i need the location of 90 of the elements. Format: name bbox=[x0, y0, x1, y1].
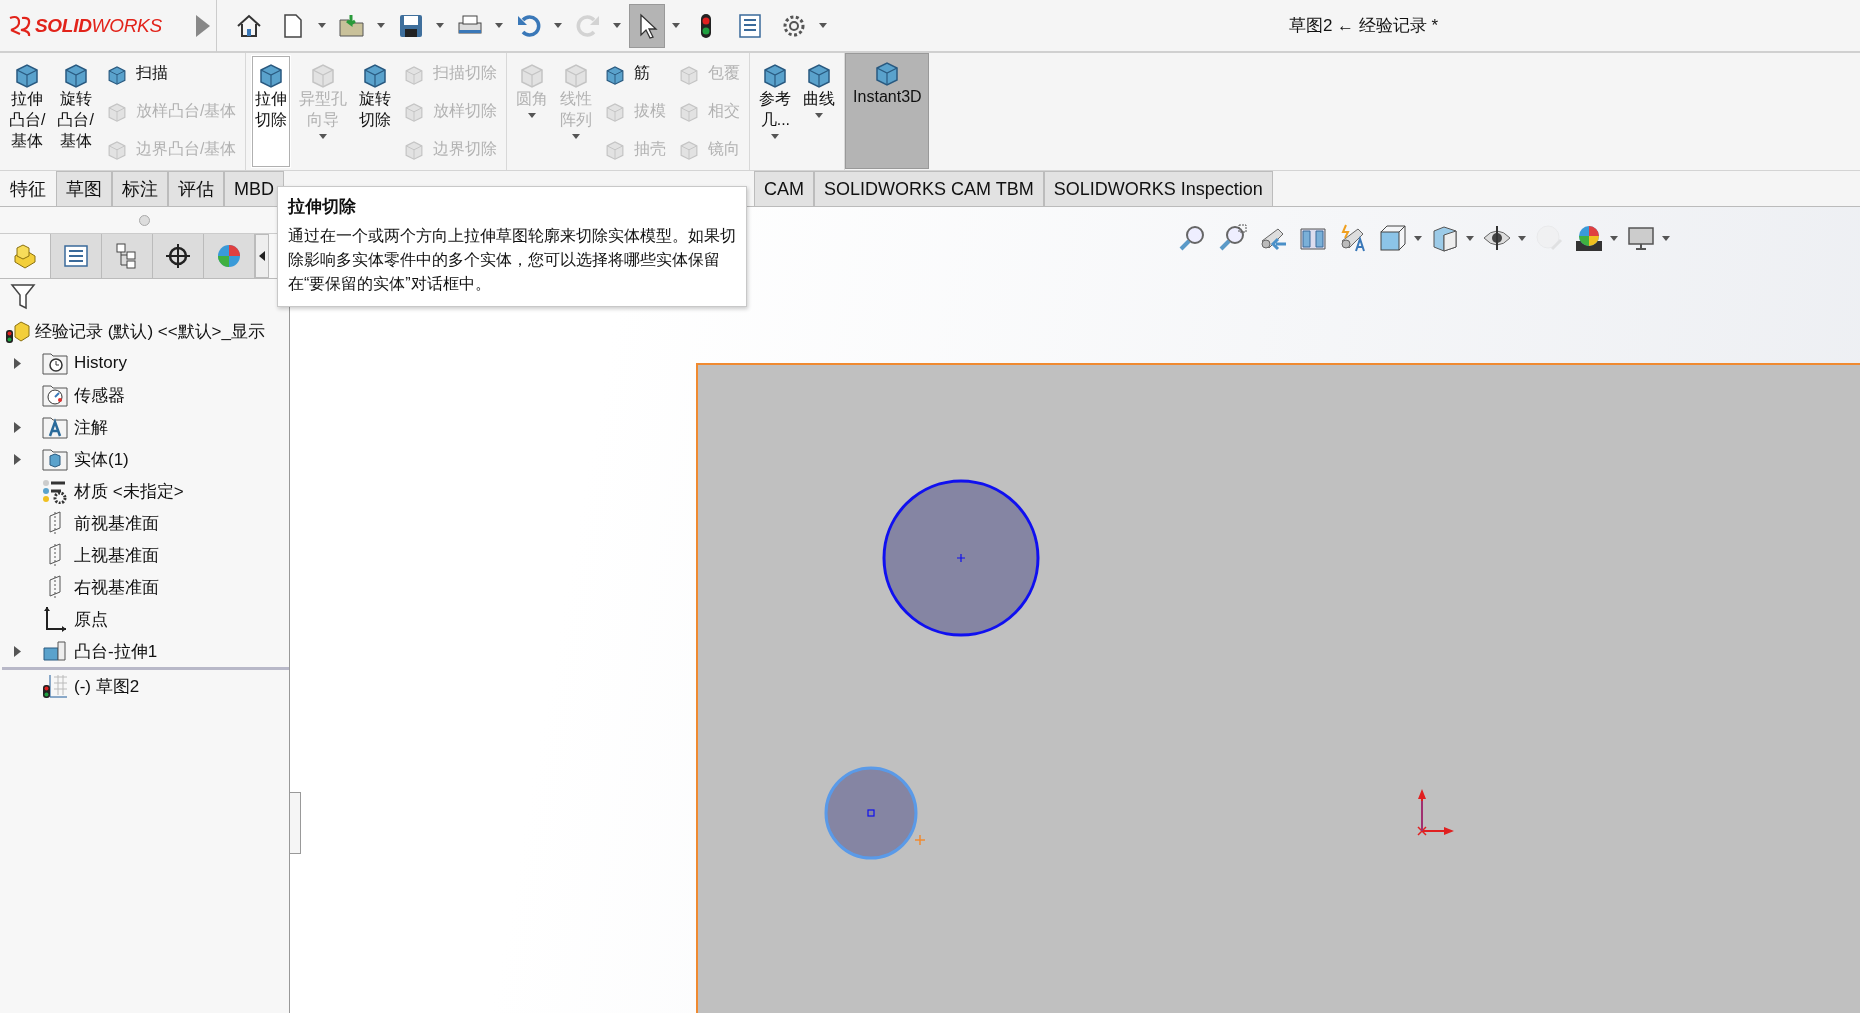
tab[interactable]: CAM bbox=[754, 171, 814, 206]
cube-icon bbox=[604, 138, 627, 161]
cube-icon bbox=[403, 100, 426, 123]
ribbon-button[interactable]: 拉伸 切除 bbox=[251, 55, 292, 168]
sensor-folder-icon bbox=[42, 382, 68, 408]
caret-icon[interactable] bbox=[554, 23, 562, 28]
tree-item[interactable]: 上视基准面 bbox=[74, 543, 159, 567]
toolbar-button[interactable] bbox=[629, 3, 665, 48]
tree-item[interactable]: History bbox=[74, 353, 127, 373]
panel-tab[interactable] bbox=[153, 234, 204, 278]
origin-axes bbox=[1417, 789, 1454, 836]
tab[interactable]: 标注 bbox=[112, 171, 168, 206]
ribbon-button[interactable]: 旋转 切除 bbox=[355, 55, 396, 168]
expand-arrow-icon[interactable] bbox=[14, 645, 21, 657]
caret-icon[interactable] bbox=[436, 23, 444, 28]
color-ball-icon bbox=[215, 242, 243, 270]
shaded-cube-icon bbox=[1430, 223, 1460, 253]
logo-icon bbox=[8, 13, 32, 38]
tree-item[interactable]: (-) 草图2 bbox=[74, 674, 140, 698]
caret-icon[interactable] bbox=[771, 134, 780, 139]
expand-arrow-icon[interactable] bbox=[14, 453, 21, 465]
tab[interactable]: SOLIDWORKS Inspection bbox=[1043, 171, 1273, 206]
logo-text: SOLIDWORKS bbox=[35, 14, 162, 37]
tab[interactable]: 评估 bbox=[168, 171, 224, 206]
caret-icon[interactable] bbox=[495, 23, 503, 28]
zoom-area-icon bbox=[1218, 223, 1248, 253]
caret-icon[interactable] bbox=[377, 23, 385, 28]
ribbon-button[interactable]: 旋转 凸台/ 基体 bbox=[53, 55, 98, 168]
ribbon-button[interactable]: Instant3D bbox=[845, 53, 930, 169]
history-folder-icon bbox=[42, 350, 68, 376]
cube-icon bbox=[678, 100, 701, 123]
extrude-icon bbox=[42, 638, 68, 664]
filter-icon[interactable] bbox=[10, 282, 36, 310]
expand-menu-icon[interactable] bbox=[196, 14, 210, 37]
scene-icon bbox=[1574, 223, 1604, 253]
tab[interactable]: SOLIDWORKS CAM TBM bbox=[814, 171, 1044, 206]
expand-arrow-icon[interactable] bbox=[14, 421, 21, 433]
list-icon bbox=[736, 11, 764, 40]
caret-icon[interactable] bbox=[1610, 235, 1618, 241]
sketch-circle[interactable] bbox=[882, 479, 1040, 637]
feature-tree-icon bbox=[11, 242, 39, 270]
tree-item[interactable]: 凸台-拉伸1 bbox=[74, 639, 158, 663]
cube-icon bbox=[105, 100, 128, 123]
tree-item[interactable]: 右视基准面 bbox=[74, 575, 159, 599]
cube-icon bbox=[678, 138, 701, 161]
caret-icon[interactable] bbox=[318, 23, 326, 28]
panel-collapse-handle[interactable] bbox=[290, 792, 301, 854]
annotation-folder-icon bbox=[42, 414, 68, 440]
tab[interactable]: MBD bbox=[224, 171, 284, 206]
caret-icon[interactable] bbox=[1414, 235, 1422, 241]
ribbon-button[interactable]: 曲线 bbox=[799, 55, 840, 168]
expand-arrow-icon[interactable] bbox=[14, 357, 21, 369]
crosshair-icon bbox=[164, 242, 192, 270]
tree-item[interactable]: 前视基准面 bbox=[74, 511, 159, 535]
ribbon-button[interactable]: 筋 bbox=[604, 62, 667, 85]
sketch-icon bbox=[42, 673, 68, 699]
caret-icon[interactable] bbox=[815, 113, 824, 118]
tree-item[interactable]: 注解 bbox=[74, 415, 108, 439]
eye-icon bbox=[1482, 223, 1512, 253]
point-marker-icon bbox=[914, 834, 926, 846]
caret-icon[interactable] bbox=[1518, 235, 1526, 241]
ribbon-button[interactable]: 参考 几... bbox=[755, 55, 796, 168]
tab[interactable]: 草图 bbox=[56, 171, 112, 206]
tree-item[interactable]: 传感器 bbox=[74, 383, 125, 407]
caret-left-icon bbox=[259, 251, 265, 261]
ribbon-button[interactable]: 扫描 bbox=[105, 62, 237, 85]
scroll-left-button[interactable] bbox=[255, 234, 269, 278]
tree-item[interactable]: 实体(1) bbox=[74, 447, 129, 471]
splitter-handle[interactable] bbox=[139, 214, 150, 226]
caret-icon[interactable] bbox=[672, 23, 680, 28]
tooltip-text: 通过在一个或两个方向上拉伸草图轮廓来切除实体模型。如果切除影响多实体零件中的多个实体，您可以选择将哪些实体保留在“要保留的实体”对话框中。 bbox=[288, 226, 736, 294]
caret-icon[interactable] bbox=[1662, 235, 1670, 241]
cube-icon bbox=[403, 138, 426, 161]
cube-icon bbox=[604, 100, 627, 123]
panel-tab[interactable] bbox=[51, 234, 102, 278]
property-list-icon bbox=[62, 242, 90, 270]
caret-icon[interactable] bbox=[1466, 235, 1474, 241]
tree-item[interactable]: 材质 <未指定> bbox=[74, 479, 184, 503]
ribbon-button[interactable]: 拉伸 凸台/ 基体 bbox=[5, 55, 50, 168]
cube-arrows-icon bbox=[1378, 223, 1408, 253]
body-folder-icon bbox=[42, 446, 68, 472]
cube-icon bbox=[105, 138, 128, 161]
tree-item[interactable]: 原点 bbox=[74, 607, 108, 631]
caret-icon[interactable] bbox=[819, 23, 827, 28]
binoculars-icon bbox=[1338, 223, 1368, 253]
origin-icon bbox=[42, 606, 68, 632]
window-title: 草图2 ← 经验记录 * bbox=[1287, 15, 1440, 37]
material-icon bbox=[42, 478, 68, 504]
tree-item[interactable]: 经验记录 (默认) <<默认>_显示 bbox=[35, 319, 265, 343]
tooltip-title: 拉伸切除 bbox=[288, 196, 357, 218]
